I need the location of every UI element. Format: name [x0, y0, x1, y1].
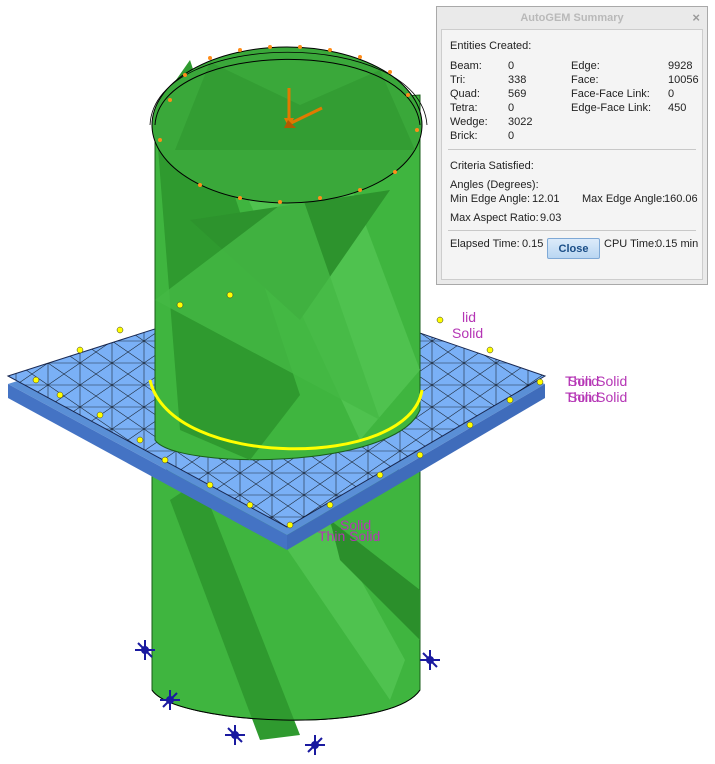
max-aspect-ratio-value: 9.03: [540, 212, 562, 224]
stat-value: 3022: [508, 116, 533, 128]
stat-label: Beam:: [450, 60, 482, 72]
elapsed-time-label: Elapsed Time:: [450, 238, 520, 250]
stat-label: Wedge:: [450, 116, 488, 128]
stat-label: Edge:: [571, 60, 600, 72]
min-edge-angle-label: Min Edge Angle:: [450, 193, 531, 205]
annotation-solid-1: Solid: [568, 373, 599, 389]
divider: [448, 230, 696, 231]
dialog-title: AutoGEM Summary: [520, 12, 624, 24]
stat-value: 338: [508, 74, 527, 86]
stat-value: 569: [508, 88, 527, 100]
cpu-time-value: 0.15 min: [656, 238, 699, 250]
stat-label: Face-Face Link:: [571, 88, 650, 100]
stat-label: Quad:: [450, 88, 480, 100]
annotation-back: lid: [462, 309, 476, 325]
min-edge-angle-value: 12.01: [532, 193, 560, 205]
stat-label: Edge-Face Link:: [571, 102, 652, 114]
criteria-heading: Criteria Satisfied:: [450, 160, 534, 172]
stat-value: 0: [508, 60, 515, 72]
stat-value: 0: [508, 102, 515, 114]
divider: [448, 149, 696, 150]
stat-value: 450: [668, 102, 687, 114]
autogem-summary-dialog: AutoGEM Summary × Entities Created: Beam…: [436, 6, 708, 285]
stat-value: 9928: [668, 60, 693, 72]
stat-label: Face:: [571, 74, 599, 86]
stat-value: 10056: [668, 74, 699, 86]
stat-label: Tri:: [450, 74, 466, 86]
stat-label: Brick:: [450, 130, 478, 142]
cpu-time-label: CPU Time:: [604, 238, 658, 250]
max-aspect-ratio-label: Max Aspect Ratio:: [450, 212, 539, 224]
annotation-side: Solid: [452, 325, 483, 341]
annotation-solid-2: Solid: [568, 389, 599, 405]
stat-label: Tetra:: [450, 102, 478, 114]
close-button[interactable]: Close: [547, 238, 600, 259]
angles-heading: Angles (Degrees):: [450, 179, 539, 191]
stat-value: 0: [668, 88, 675, 100]
entities-heading: Entities Created:: [450, 40, 532, 52]
annotation-thin-solid-3: Thin Solid: [318, 528, 380, 544]
max-edge-angle-label: Max Edge Angle:: [582, 193, 666, 205]
stat-value: 0: [508, 130, 515, 142]
max-edge-angle-value: 160.06: [664, 193, 698, 205]
close-icon[interactable]: ×: [692, 10, 700, 25]
